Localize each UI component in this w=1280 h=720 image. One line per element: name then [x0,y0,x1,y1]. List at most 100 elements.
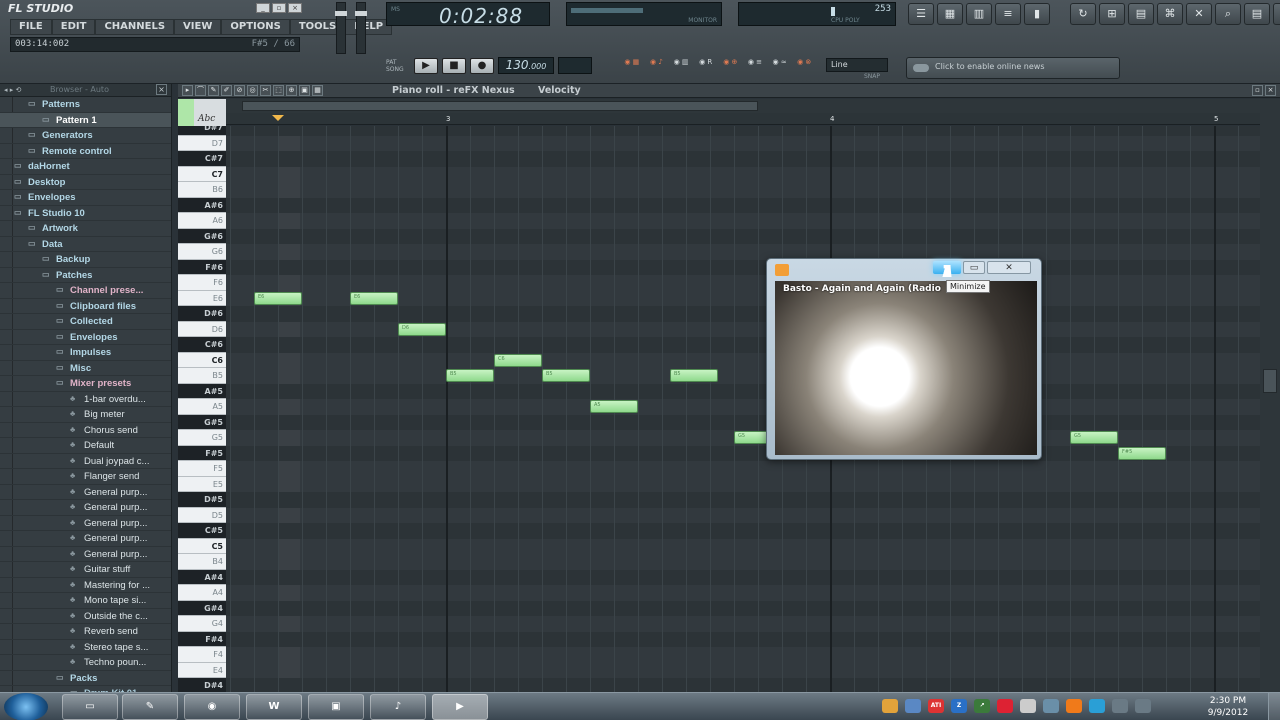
timeline-ruler[interactable]: 3 4 5 [226,113,1260,125]
vertical-scrollbar[interactable] [1260,99,1280,692]
browser-item[interactable]: ▭ Channel prese... [0,283,171,299]
pat-song-switch[interactable]: PAT SONG [386,59,410,73]
menu-file[interactable]: FILE [10,19,52,35]
vertical-scroll-thumb[interactable] [1263,369,1277,393]
piano-key[interactable]: C#7 [178,151,226,167]
browser-item[interactable]: ▭ Pattern 1 [0,112,171,128]
option-icon-7[interactable]: ◉ ≈ [768,57,792,81]
browser-item[interactable]: ♣ Dual joypad c... [0,454,171,469]
key-names-toggle[interactable]: Abc [198,114,215,124]
piano-key[interactable]: G6 [178,244,226,260]
browser-item[interactable]: ▭ Collected [0,314,171,330]
photos-icon[interactable]: ▣ [308,694,364,720]
browser-item[interactable]: ▭ Packs [0,671,171,686]
browser-item[interactable]: ♣ Techno poun... [0,655,171,671]
plugin-icon[interactable]: ⌘ [1157,3,1183,25]
piano-key[interactable]: C5 [178,538,226,554]
piano-key[interactable]: E5 [178,476,226,492]
option-icon-6[interactable]: ◉ ≡ [743,57,767,81]
mute-icon[interactable]: ◎ [247,85,258,96]
note-grid[interactable]: E6 E6 D6 B5 C6 B5 A5 B5 G5 G5 F#5 [226,126,1260,692]
select-icon[interactable]: ⬚ [273,85,284,96]
piano-key[interactable]: D#5 [178,492,226,508]
menu-view[interactable]: VIEW [174,19,222,35]
browser-item[interactable]: ▭ Misc [0,361,171,376]
browser-item[interactable]: ▭ daHornet [0,159,171,175]
close-app-button[interactable]: × [288,3,302,13]
piano-key[interactable]: F#4 [178,631,226,647]
tray-icon-9[interactable] [1066,699,1082,713]
browser-item[interactable]: ♣ Stereo tape s... [0,640,171,655]
browser-item[interactable]: ▭ Generators [0,128,171,144]
horizontal-scroll-thumb[interactable] [242,101,758,111]
piano-key[interactable]: F5 [178,461,226,477]
show-desktop-button[interactable] [1268,693,1280,720]
browser-item[interactable]: ♣ Outside the c... [0,609,171,624]
piano-roll-icon[interactable]: ▥ [966,3,992,25]
option-icon-5[interactable]: ◉ ⊕ [719,57,743,81]
browser-item[interactable]: ♣ General purp... [0,485,171,500]
browser-item[interactable]: ▭ Patches [0,268,171,283]
browser-item[interactable]: ▭ Data [0,237,171,252]
master-volume-slider[interactable] [335,2,347,54]
note-block[interactable]: E6 [350,291,398,305]
piano-key[interactable]: A#4 [178,569,226,585]
word-icon[interactable]: W [246,694,302,720]
video-frame[interactable]: Basto - Again and Again (Radio [775,281,1037,455]
browser-item[interactable]: ♣ Guitar stuff [0,562,171,578]
explorer-icon[interactable]: ▭ [62,694,118,720]
snap-select[interactable]: Line [826,58,888,72]
piano-key[interactable]: B4 [178,554,226,570]
note-block[interactable]: D6 [398,322,446,336]
tray-z-icon[interactable]: Z [951,699,967,713]
piano-key[interactable]: G#5 [178,414,226,430]
browser-item[interactable]: ♣ 1-bar overdu... [0,392,171,407]
browser-item[interactable]: ♣ General purp... [0,516,171,531]
note-block[interactable]: A5 [590,400,638,413]
pencil-icon[interactable]: ✎ [208,85,219,96]
piano-key[interactable]: F#5 [178,445,226,461]
render-icon[interactable]: ▤ [1128,3,1154,25]
settings-menu-icon[interactable]: ▸ [182,85,193,96]
tray-network-icon[interactable] [1112,699,1128,713]
piano-key[interactable]: G5 [178,430,226,446]
browser-item[interactable]: ▭ Artwork [0,221,171,237]
note-block[interactable]: E6 [254,291,302,305]
maximize-button[interactable]: ▭ [963,261,985,274]
option-icon-8[interactable]: ◉ ⊗ [792,57,816,81]
browser-item[interactable]: ▭ Impulses [0,345,171,361]
mixer-icon[interactable]: ▮ [1024,3,1050,25]
browser-item[interactable]: ▭ Envelopes [0,330,171,345]
waveform-monitor[interactable]: MONITOR [566,2,722,26]
browser-item[interactable]: ▭ FL Studio 10 [0,206,171,221]
browser-item[interactable]: ♣ General purp... [0,531,171,547]
master-pitch-slider[interactable] [355,2,367,54]
minimize-app-button[interactable]: _ [256,3,270,13]
note-block[interactable]: B5 [446,369,494,382]
firefox-icon[interactable]: ◉ [184,694,240,720]
browser-item[interactable]: ▭ Remote control [0,144,171,159]
tray-icon-8[interactable] [1043,699,1059,713]
magnet-icon[interactable]: ⌒ [195,85,206,96]
piano-key[interactable]: D7 [178,135,226,151]
clock[interactable]: 2:30 PM 9/9/2012 [1196,695,1260,719]
piano-key[interactable]: A#5 [178,383,226,399]
option-icon-1[interactable]: ◉ ▦ [620,57,644,81]
tempo-display[interactable]: 130.000 [498,57,554,74]
playhead-marker[interactable] [272,115,284,121]
note-block[interactable]: G5 [1070,431,1118,444]
save-icon[interactable]: ⊞ [1099,3,1125,25]
browser-item[interactable]: ♣ Chorus send [0,423,171,438]
piano-key[interactable]: G#6 [178,228,226,244]
browser-item[interactable]: ▭ Clipboard files [0,299,171,314]
delete-icon[interactable]: ⊘ [234,85,245,96]
close-button[interactable]: ✕ [987,261,1031,274]
browser-item[interactable]: ♣ Default [0,438,171,454]
more-tools-icon[interactable]: ▦ [312,85,323,96]
browser-item[interactable]: ▭ Envelopes [0,190,171,206]
horizontal-scrollbar[interactable] [178,99,1280,113]
online-news-button[interactable]: Click to enable online news [906,57,1120,79]
step-sequencer-icon[interactable]: ▦ [937,3,963,25]
piano-key[interactable]: D#7 [178,126,226,136]
undo-icon[interactable]: ↻ [1070,3,1096,25]
